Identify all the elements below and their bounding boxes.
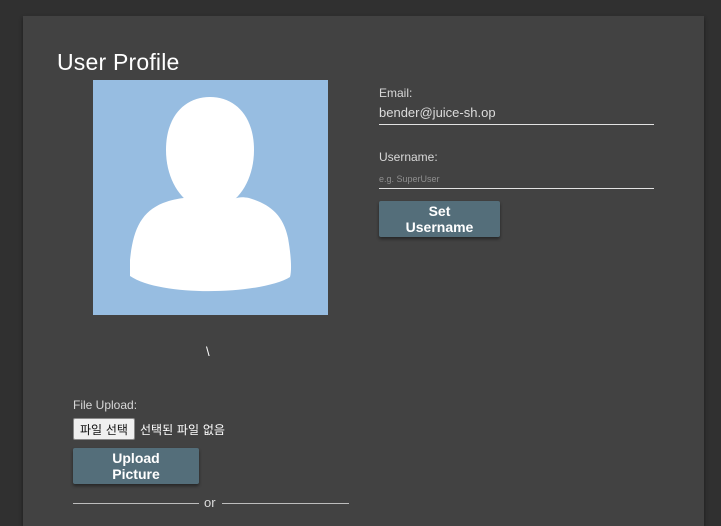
file-status-text: 선택된 파일 없음 <box>139 422 225 437</box>
set-username-button[interactable]: Set Username <box>379 201 500 237</box>
profile-image-caption: \ <box>206 344 210 359</box>
divider-line-left <box>73 503 199 504</box>
profile-picture <box>93 80 328 315</box>
email-label: Email: <box>379 86 413 100</box>
file-upload-label: File Upload: <box>73 398 138 412</box>
page-title: User Profile <box>57 49 180 76</box>
choose-file-button[interactable]: 파일 선택 <box>73 418 135 440</box>
file-chooser: 파일 선택 선택된 파일 없음 <box>73 418 225 440</box>
divider-text: or <box>204 495 216 510</box>
username-input[interactable] <box>379 170 654 189</box>
user-profile-card: User Profile \ Email: bender@juice-sh.op… <box>23 16 704 526</box>
email-field: bender@juice-sh.op <box>379 105 654 125</box>
upload-picture-button[interactable]: Upload Picture <box>73 448 199 484</box>
username-label: Username: <box>379 150 438 164</box>
divider-line-right <box>222 503 349 504</box>
person-silhouette-icon <box>130 97 292 292</box>
or-divider: or <box>73 495 349 511</box>
